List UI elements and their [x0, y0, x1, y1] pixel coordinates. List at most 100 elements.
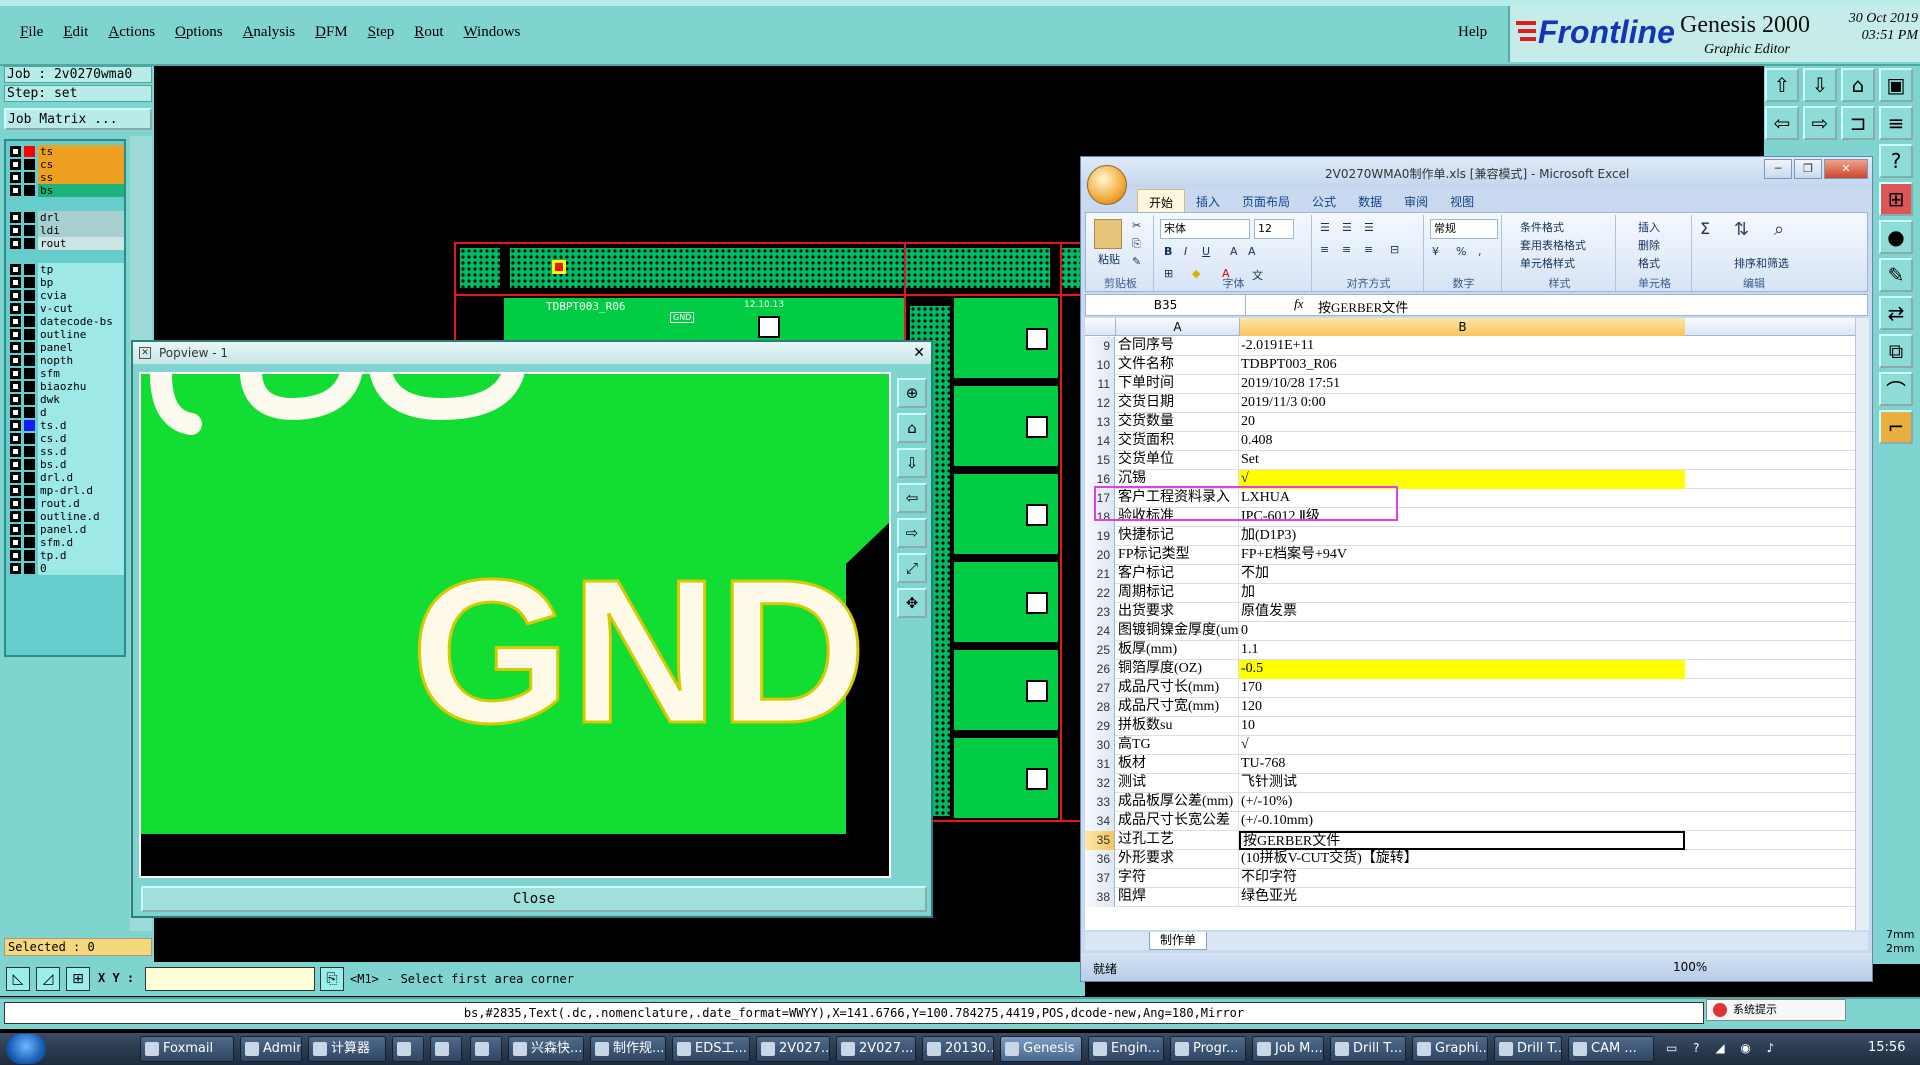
layer-checkbox[interactable]	[10, 550, 21, 561]
row-number[interactable]: 30	[1085, 736, 1115, 755]
align-right-icon[interactable]: ≡	[1364, 243, 1373, 256]
pop-down-icon[interactable]: ⇩	[897, 448, 927, 478]
column-header-b[interactable]: B	[1239, 318, 1685, 336]
currency-icon[interactable]: ¥	[1432, 245, 1439, 258]
font-name-select[interactable]: 宋体	[1160, 219, 1250, 239]
layer-name[interactable]: rout.d	[38, 497, 124, 510]
layer-swatch[interactable]	[24, 407, 35, 418]
layer-name[interactable]: cs	[38, 158, 124, 171]
layer-checkbox[interactable]	[10, 381, 21, 392]
cell-a[interactable]: 高TG	[1115, 736, 1239, 755]
record-icon[interactable]: ●	[1879, 220, 1913, 254]
spreadsheet-grid[interactable]: A B 9 合同序号 -2.0191E+11 10 文件名称 TDBPT003_R06 11…	[1085, 318, 1855, 930]
cell-b[interactable]: 绿色亚光	[1239, 888, 1685, 907]
sheet-tab[interactable]: 制作单	[1149, 932, 1208, 950]
layer-checkbox[interactable]	[10, 290, 21, 301]
close-icon[interactable]: ✕	[1824, 159, 1868, 179]
taskbar-item[interactable]: Progr...	[1170, 1036, 1246, 1062]
layer-row[interactable]: cs.d	[10, 432, 124, 445]
layer-row[interactable]: bs	[10, 184, 124, 197]
conditional-format-button[interactable]: 条件格式	[1520, 219, 1564, 235]
layer-swatch[interactable]	[24, 485, 35, 496]
row-number[interactable]: 37	[1085, 869, 1115, 888]
layer-swatch[interactable]	[24, 172, 35, 183]
layer-row[interactable]: ss	[10, 171, 124, 184]
cell-b[interactable]: 按GERBER文件	[1239, 831, 1685, 850]
layer-swatch[interactable]	[24, 303, 35, 314]
layer-name[interactable]: tp	[38, 263, 124, 276]
cell-b[interactable]: 2019/11/3 0:00	[1239, 394, 1685, 413]
cell-b[interactable]: 170	[1239, 679, 1685, 698]
layer-name[interactable]: outline.d	[38, 510, 124, 523]
cell-b[interactable]: 加(D1P3)	[1239, 527, 1685, 546]
layer-swatch[interactable]	[24, 238, 35, 249]
cell-a[interactable]: 成品尺寸长(mm)	[1115, 679, 1239, 698]
layer-checkbox[interactable]	[10, 433, 21, 444]
row-number[interactable]: 28	[1085, 698, 1115, 717]
cell-a[interactable]: 交货日期	[1115, 394, 1239, 413]
window-menu-icon[interactable]: ✕	[139, 347, 151, 359]
align-center-icon[interactable]: ≡	[1342, 243, 1351, 256]
layer-name[interactable]: bs	[38, 184, 124, 197]
menu-file[interactable]: File	[10, 24, 53, 41]
layer-tool-icon[interactable]: ⊞	[1879, 182, 1913, 216]
layer-name[interactable]: ts	[38, 145, 124, 158]
layer-checkbox[interactable]	[10, 368, 21, 379]
cell-a[interactable]: 阻焊	[1115, 888, 1239, 907]
row-number[interactable]: 10	[1085, 356, 1115, 375]
layer-name[interactable]: panel.d	[38, 523, 124, 536]
layer-row[interactable]: biaozhu	[10, 380, 124, 393]
layer-row[interactable]: 0	[10, 562, 124, 575]
layer-row[interactable]: rout.d	[10, 497, 124, 510]
menu-windows[interactable]: Windows	[453, 24, 530, 41]
fx-icon[interactable]: fx	[1294, 296, 1303, 312]
shrink-font-icon[interactable]: A	[1248, 245, 1256, 258]
arc-icon[interactable]: ⌒	[1879, 372, 1913, 406]
layer-swatch[interactable]	[24, 329, 35, 340]
taskbar-item[interactable]: Genesis	[1000, 1036, 1082, 1062]
layer-checkbox[interactable]	[10, 303, 21, 314]
autosum-icon[interactable]: Σ	[1700, 219, 1710, 238]
layer-swatch[interactable]	[24, 316, 35, 327]
taskbar-item[interactable]: EDS工...	[672, 1036, 750, 1062]
row-number[interactable]: 23	[1085, 603, 1115, 622]
cell-a[interactable]: 成品尺寸长宽公差	[1115, 812, 1239, 831]
pop-right-icon[interactable]: ⇨	[897, 518, 927, 548]
layer-row[interactable]: dwk	[10, 393, 124, 406]
taskbar-item[interactable]: 20130...	[922, 1036, 994, 1062]
layer-row[interactable]: outline.d	[10, 510, 124, 523]
menu-help[interactable]: Help	[1458, 24, 1487, 41]
row-number[interactable]: 35	[1085, 831, 1115, 850]
row-number[interactable]: 21	[1085, 565, 1115, 584]
popview-titlebar[interactable]: ✕ Popview - 1 ✕	[133, 342, 931, 364]
layer-name[interactable]: sfm	[38, 367, 124, 380]
taskbar-item[interactable]: 兴森快...	[508, 1036, 584, 1062]
layer-swatch[interactable]	[24, 524, 35, 535]
row-number[interactable]: 13	[1085, 413, 1115, 432]
layer-checkbox[interactable]	[10, 238, 21, 249]
cell-b[interactable]: 10	[1239, 717, 1685, 736]
cell-b[interactable]: √	[1239, 736, 1685, 755]
layer-name[interactable]: sfm.d	[38, 536, 124, 549]
cell-a[interactable]: 交货数量	[1115, 413, 1239, 432]
cell-a[interactable]: 成品尺寸宽(mm)	[1115, 698, 1239, 717]
cell-b[interactable]: 120	[1239, 698, 1685, 717]
row-number[interactable]: 33	[1085, 793, 1115, 812]
start-button-icon[interactable]	[6, 1034, 46, 1064]
layer-checkbox[interactable]	[10, 394, 21, 405]
row-number[interactable]: 15	[1085, 451, 1115, 470]
cell-b[interactable]: 不加	[1239, 565, 1685, 584]
cell-a[interactable]: 过孔工艺	[1115, 831, 1239, 850]
layer-swatch[interactable]	[24, 355, 35, 366]
layer-checkbox[interactable]	[10, 537, 21, 548]
row-number[interactable]: 38	[1085, 888, 1115, 907]
layer-swatch[interactable]	[24, 342, 35, 353]
cell-b[interactable]: 20	[1239, 413, 1685, 432]
row-number[interactable]: 29	[1085, 717, 1115, 736]
cell-b[interactable]: (+/-10%)	[1239, 793, 1685, 812]
layer-name[interactable]: dwk	[38, 393, 124, 406]
cell-a[interactable]: FP标记类型	[1115, 546, 1239, 565]
layer-checkbox[interactable]	[10, 316, 21, 327]
align-left-icon[interactable]: ≡	[1320, 243, 1329, 256]
row-number[interactable]: 26	[1085, 660, 1115, 679]
